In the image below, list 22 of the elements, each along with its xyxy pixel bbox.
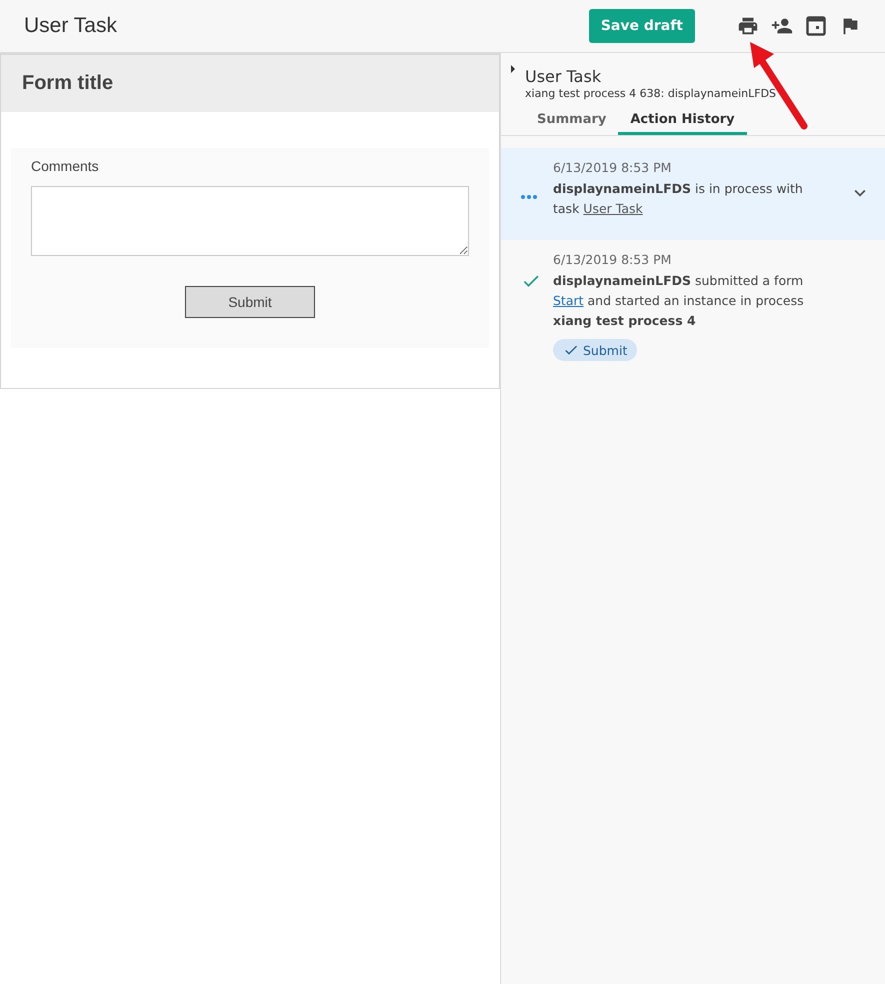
expand-caret-icon[interactable]	[511, 65, 515, 73]
task-subtitle: xiang test process 4 638: displaynameinLFDS	[525, 87, 778, 100]
timestamp: 6/13/2019 8:53 PM	[553, 252, 672, 267]
page-title: User Task	[24, 14, 118, 38]
history-item[interactable]: 6/13/2019 8:53 PM displaynameinLFDS submitted a form Start and started an instance in process xiang test process 4 Submit	[501, 240, 885, 375]
history-text: displaynameinLFDS submitted a form Start and started an instance in process xiang test process 4	[553, 272, 805, 330]
print-icon[interactable]	[737, 15, 759, 37]
dots-icon	[521, 195, 537, 199]
field-label: Comments	[31, 158, 100, 174]
form-title: Form title	[1, 55, 499, 112]
submit-button[interactable]: Submit	[185, 286, 315, 318]
tab[interactable]: Summary	[525, 108, 618, 135]
history-item[interactable]: 6/13/2019 8:53 PM displaynameinLFDS is in process with task User Task	[501, 148, 885, 240]
link[interactable]: Start	[553, 293, 584, 308]
task-title: User Task	[525, 67, 602, 86]
link[interactable]: User Task	[583, 201, 643, 216]
history-text: displaynameinLFDS is in process with task User Task	[553, 180, 804, 218]
comments-field[interactable]	[31, 186, 469, 256]
tab[interactable]: Action History	[618, 108, 747, 135]
timestamp: 6/13/2019 8:53 PM	[553, 160, 672, 175]
window-icon[interactable]	[805, 15, 827, 37]
submit-badge: Submit	[553, 339, 638, 361]
